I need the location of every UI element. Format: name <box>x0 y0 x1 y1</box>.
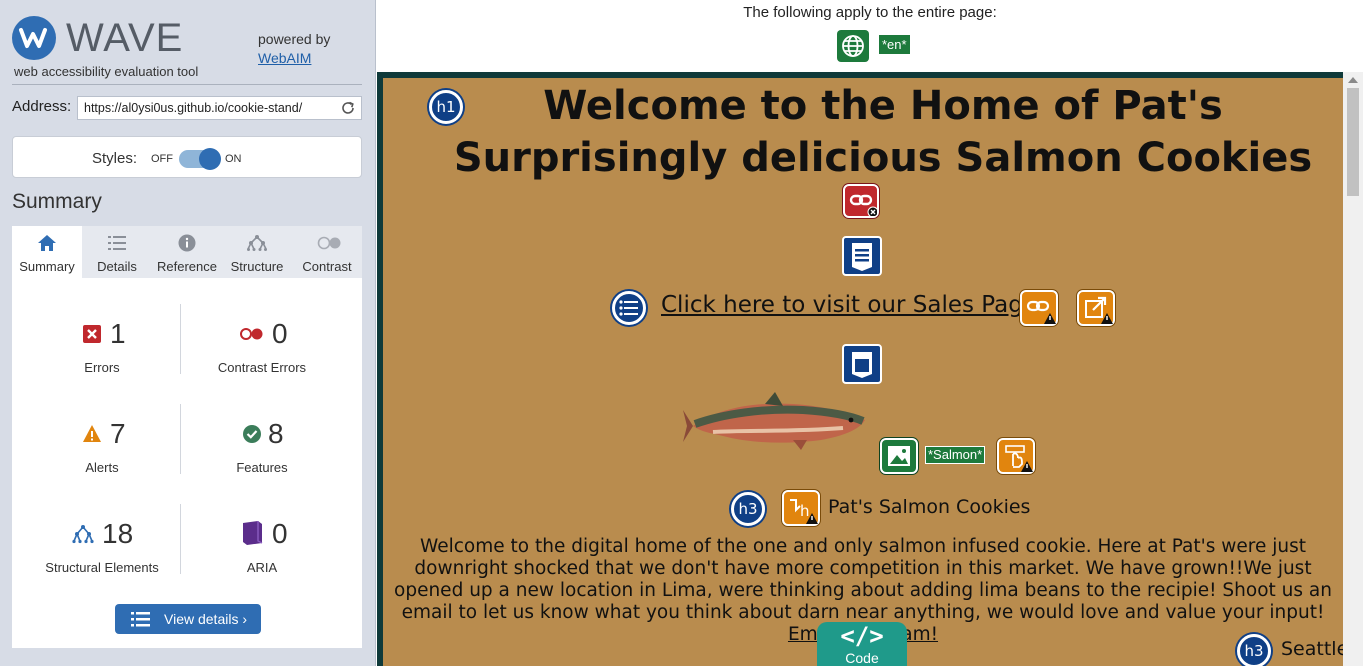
tab-reference[interactable]: Reference <box>152 226 222 278</box>
tab-label: Details <box>97 259 137 274</box>
tab-structure[interactable]: Structure <box>222 226 292 278</box>
wave-logo-icon <box>12 16 56 60</box>
list-icon <box>131 611 151 630</box>
image-alt-feature-icon[interactable] <box>880 438 918 474</box>
list-icon <box>107 234 127 252</box>
aria-cube-icon <box>240 520 264 546</box>
wave-logo-text: WAVE <box>66 16 184 60</box>
powered-by: powered by WebAIM <box>258 30 330 68</box>
seattle-heading: Seattle <box>1281 638 1343 660</box>
header-divider <box>12 84 362 85</box>
feature-check-icon <box>242 424 262 444</box>
webaim-link[interactable]: WebAIM <box>258 49 330 68</box>
tab-summary[interactable]: Summary <box>12 226 82 278</box>
region-icon[interactable] <box>842 344 882 384</box>
address-label: Address: <box>12 98 72 115</box>
styles-on-label: ON <box>225 153 242 165</box>
structure-icon <box>72 524 94 544</box>
scroll-up-arrow-icon[interactable] <box>1348 77 1358 83</box>
title-attribute-alert-icon[interactable] <box>997 438 1035 474</box>
alerts-count: 7 <box>110 418 126 449</box>
contrast-icon <box>317 234 341 252</box>
refresh-icon[interactable] <box>340 100 356 116</box>
contrast-errors-count: 0 <box>272 318 288 349</box>
powered-by-text: powered by <box>258 31 331 47</box>
wave-sidebar: WAVE web accessibility evaluation tool p… <box>0 0 376 666</box>
tab-details[interactable]: Details <box>82 226 152 278</box>
code-label: Code <box>845 650 879 666</box>
hierarchy-icon <box>247 234 267 252</box>
styles-off-label: OFF <box>151 153 173 165</box>
view-details-label: View details › <box>164 611 248 627</box>
styles-control: Styles: OFF ON <box>12 136 362 178</box>
styles-label: Styles: <box>92 150 138 167</box>
tab-label: Summary <box>19 259 75 274</box>
summary-heading: Summary <box>12 190 102 213</box>
address-input[interactable] <box>77 96 362 120</box>
list-badge-icon[interactable] <box>612 291 646 325</box>
tab-label: Structure <box>230 259 284 274</box>
wave-header: WAVE web accessibility evaluation tool p… <box>12 14 362 84</box>
image-alt-text: *Salmon* <box>925 446 986 464</box>
contrast-error-icon <box>238 324 266 344</box>
styles-toggle-knob[interactable] <box>199 148 221 170</box>
summary-panel: 1 Errors 0 Contrast Errors 7 Alerts 8 Fe… <box>12 278 362 648</box>
code-icon: </> <box>840 622 884 650</box>
stat-features[interactable]: 8 Features <box>172 398 347 488</box>
alerts-label: Alerts <box>85 460 119 475</box>
language-globe-icon[interactable] <box>837 30 869 62</box>
h3-badge-icon[interactable]: h3 <box>1237 634 1271 666</box>
error-icon <box>82 324 102 344</box>
errors-count: 1 <box>110 318 126 349</box>
page-level-bar: The following apply to the entire page: … <box>377 0 1363 72</box>
home-icon <box>37 234 57 252</box>
scroll-thumb[interactable] <box>1347 88 1359 196</box>
h3-badge-icon[interactable]: h3 <box>731 492 765 526</box>
stat-structural[interactable]: 18 Structural Elements <box>12 498 187 588</box>
contrast-errors-label: Contrast Errors <box>217 360 307 375</box>
page-scrollbar[interactable] <box>1343 72 1363 666</box>
structure-list-icon[interactable] <box>842 236 882 276</box>
alert-icon <box>82 424 102 444</box>
tab-label: Reference <box>157 259 217 274</box>
page-level-note: The following apply to the entire page: <box>743 4 997 21</box>
analyzed-page-frame: h1 Welcome to the Home of Pat's Surprisi… <box>377 72 1363 666</box>
errors-label: Errors <box>84 360 120 375</box>
broken-link-error-icon[interactable] <box>843 184 879 218</box>
page-heading: Welcome to the Home of Pat's Surprisingl… <box>453 83 1313 181</box>
section-heading: Pat's Salmon Cookies <box>828 496 1031 518</box>
aria-count: 0 <box>272 518 288 549</box>
structural-label: Structural Elements <box>45 560 159 575</box>
tab-contrast[interactable]: Contrast <box>292 226 362 278</box>
wave-tagline: web accessibility evaluation tool <box>14 64 199 79</box>
stat-contrast-errors[interactable]: 0 Contrast Errors <box>172 298 347 388</box>
analyzed-page: h1 Welcome to the Home of Pat's Surprisi… <box>383 78 1343 666</box>
view-details-button[interactable]: View details › <box>115 604 261 634</box>
sales-page-link[interactable]: Click here to visit our Sales Page <box>661 292 1037 318</box>
stat-errors[interactable]: 1 Errors <box>12 298 187 388</box>
aria-label: ARIA <box>246 560 278 575</box>
panel-tabs: Summary Details Reference Structure Cont… <box>12 226 362 278</box>
new-window-alert-icon[interactable] <box>1077 290 1115 326</box>
language-tag: *en* <box>879 35 910 54</box>
address-bar: Address: <box>12 94 362 120</box>
stat-aria[interactable]: 0 ARIA <box>172 498 347 588</box>
tab-label: Contrast <box>302 259 352 274</box>
structural-count: 18 <box>102 518 134 549</box>
skipped-heading-alert-icon[interactable]: h <box>782 490 820 526</box>
code-toggle-button[interactable]: </> Code <box>817 622 907 666</box>
info-icon <box>177 234 197 252</box>
features-count: 8 <box>268 418 284 449</box>
stat-alerts[interactable]: 7 Alerts <box>12 398 187 488</box>
suspicious-link-alert-icon[interactable] <box>1020 290 1058 326</box>
features-label: Features <box>236 460 288 475</box>
svg-text:h: h <box>800 502 810 520</box>
intro-text: Welcome to the digital home of the one a… <box>394 536 1332 623</box>
salmon-image <box>683 386 873 456</box>
